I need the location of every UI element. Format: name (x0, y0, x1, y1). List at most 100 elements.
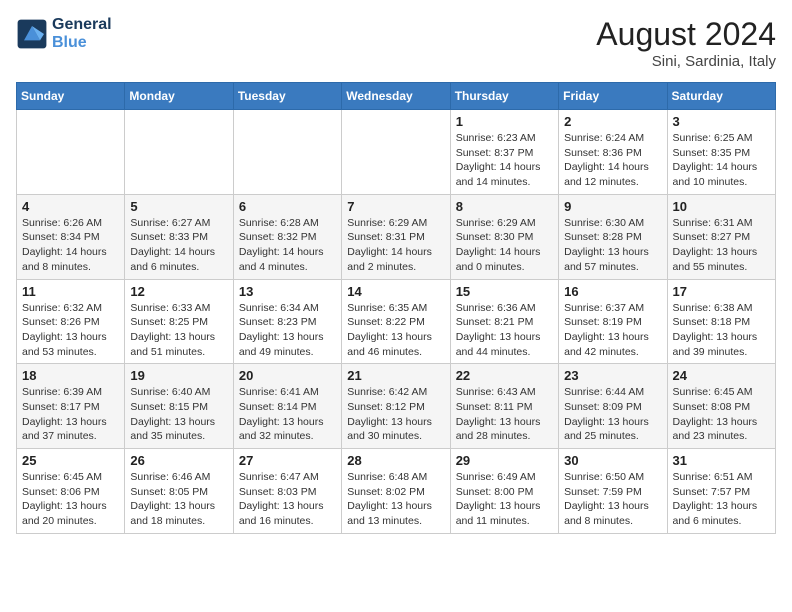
day-number: 3 (673, 114, 770, 129)
calendar-cell (125, 110, 233, 195)
day-info: Sunrise: 6:44 AMSunset: 8:09 PMDaylight:… (564, 385, 661, 444)
calendar-week-row: 18Sunrise: 6:39 AMSunset: 8:17 PMDayligh… (17, 364, 776, 449)
day-info: Sunrise: 6:31 AMSunset: 8:27 PMDaylight:… (673, 216, 770, 275)
calendar-week-row: 1Sunrise: 6:23 AMSunset: 8:37 PMDaylight… (17, 110, 776, 195)
calendar-week-row: 4 Sunrise: 6:26 AMSunset: 8:34 PMDaylight… (17, 194, 776, 279)
day-number: 31 (673, 453, 770, 468)
calendar-cell: 19Sunrise: 6:40 AMSunset: 8:15 PMDayligh… (125, 364, 233, 449)
calendar-cell: 30 Sunrise: 6:50 AMSunset: 7:59 PMDayligh… (559, 449, 667, 534)
day-info: Sunrise: 6:45 AMSunset: 8:08 PMDaylight:… (673, 385, 770, 444)
day-info: Sunrise: 6:33 AMSunset: 8:25 PMDaylight:… (130, 301, 227, 360)
calendar-cell: 15 Sunrise: 6:36 AMSunset: 8:21 PMDayligh… (450, 279, 558, 364)
day-number: 30 (564, 453, 661, 468)
calendar-cell: 5 Sunrise: 6:27 AMSunset: 8:33 PMDaylight… (125, 194, 233, 279)
logo: General Blue (16, 16, 112, 52)
day-of-week-header: Monday (125, 83, 233, 110)
calendar-cell: 27 Sunrise: 6:47 AMSunset: 8:03 PMDayligh… (233, 449, 341, 534)
calendar-cell: 2Sunrise: 6:24 AMSunset: 8:36 PMDaylight… (559, 110, 667, 195)
day-number: 20 (239, 368, 336, 383)
day-info: Sunrise: 6:29 AMSunset: 8:31 PMDaylight:… (347, 216, 444, 275)
day-number: 6 (239, 199, 336, 214)
calendar-cell: 3 Sunrise: 6:25 AMSunset: 8:35 PMDaylight… (667, 110, 775, 195)
day-number: 5 (130, 199, 227, 214)
day-number: 25 (22, 453, 119, 468)
day-info: Sunrise: 6:45 AMSunset: 8:06 PMDaylight:… (22, 470, 119, 529)
day-of-week-header: Saturday (667, 83, 775, 110)
day-info: Sunrise: 6:29 AMSunset: 8:30 PMDaylight:… (456, 216, 553, 275)
day-of-week-header: Wednesday (342, 83, 450, 110)
day-info: Sunrise: 6:28 AMSunset: 8:32 PMDaylight:… (239, 216, 336, 275)
day-number: 10 (673, 199, 770, 214)
calendar-table: SundayMondayTuesdayWednesdayThursdayFrid… (16, 82, 776, 534)
day-number: 24 (673, 368, 770, 383)
calendar-cell: 8 Sunrise: 6:29 AMSunset: 8:30 PMDaylight… (450, 194, 558, 279)
day-number: 16 (564, 284, 661, 299)
calendar-cell: 21 Sunrise: 6:42 AMSunset: 8:12 PMDayligh… (342, 364, 450, 449)
logo-icon (16, 18, 48, 50)
day-info: Sunrise: 6:39 AMSunset: 8:17 PMDaylight:… (22, 385, 119, 444)
day-number: 4 (22, 199, 119, 214)
day-number: 15 (456, 284, 553, 299)
day-info: Sunrise: 6:27 AMSunset: 8:33 PMDaylight:… (130, 216, 227, 275)
calendar-cell: 29Sunrise: 6:49 AMSunset: 8:00 PMDayligh… (450, 449, 558, 534)
calendar-cell: 4 Sunrise: 6:26 AMSunset: 8:34 PMDaylight… (17, 194, 125, 279)
day-info: Sunrise: 6:34 AMSunset: 8:23 PMDaylight:… (239, 301, 336, 360)
day-number: 22 (456, 368, 553, 383)
day-info: Sunrise: 6:36 AMSunset: 8:21 PMDaylight:… (456, 301, 553, 360)
calendar-cell: 20 Sunrise: 6:41 AMSunset: 8:14 PMDayligh… (233, 364, 341, 449)
day-number: 7 (347, 199, 444, 214)
location: Sini, Sardinia, Italy (596, 53, 776, 70)
day-number: 27 (239, 453, 336, 468)
calendar-cell: 16Sunrise: 6:37 AMSunset: 8:19 PMDayligh… (559, 279, 667, 364)
day-info: Sunrise: 6:43 AMSunset: 8:11 PMDaylight:… (456, 385, 553, 444)
day-info: Sunrise: 6:32 AMSunset: 8:26 PMDaylight:… (22, 301, 119, 360)
calendar-cell: 28Sunrise: 6:48 AMSunset: 8:02 PMDayligh… (342, 449, 450, 534)
day-number: 26 (130, 453, 227, 468)
day-info: Sunrise: 6:50 AMSunset: 7:59 PMDaylight:… (564, 470, 661, 529)
day-info: Sunrise: 6:26 AMSunset: 8:34 PMDaylight:… (22, 216, 119, 275)
day-number: 11 (22, 284, 119, 299)
day-number: 23 (564, 368, 661, 383)
day-info: Sunrise: 6:51 AMSunset: 7:57 PMDaylight:… (673, 470, 770, 529)
day-number: 28 (347, 453, 444, 468)
logo-text: General Blue (52, 16, 112, 52)
day-number: 9 (564, 199, 661, 214)
calendar-cell: 24 Sunrise: 6:45 AMSunset: 8:08 PMDayligh… (667, 364, 775, 449)
title-block: August 2024 Sini, Sardinia, Italy (596, 16, 776, 70)
day-info: Sunrise: 6:38 AMSunset: 8:18 PMDaylight:… (673, 301, 770, 360)
month-year: August 2024 (596, 16, 776, 53)
day-number: 12 (130, 284, 227, 299)
day-of-week-header: Thursday (450, 83, 558, 110)
day-info: Sunrise: 6:30 AMSunset: 8:28 PMDaylight:… (564, 216, 661, 275)
calendar-cell: 12 Sunrise: 6:33 AMSunset: 8:25 PMDayligh… (125, 279, 233, 364)
calendar-header-row: SundayMondayTuesdayWednesdayThursdayFrid… (17, 83, 776, 110)
calendar-cell: 25 Sunrise: 6:45 AMSunset: 8:06 PMDayligh… (17, 449, 125, 534)
calendar-cell: 9 Sunrise: 6:30 AMSunset: 8:28 PMDaylight… (559, 194, 667, 279)
day-info: Sunrise: 6:49 AMSunset: 8:00 PMDaylight:… (456, 470, 553, 529)
calendar-cell: 6 Sunrise: 6:28 AMSunset: 8:32 PMDaylight… (233, 194, 341, 279)
calendar-cell: 7 Sunrise: 6:29 AMSunset: 8:31 PMDaylight… (342, 194, 450, 279)
day-info: Sunrise: 6:47 AMSunset: 8:03 PMDaylight:… (239, 470, 336, 529)
day-number: 21 (347, 368, 444, 383)
calendar-week-row: 25 Sunrise: 6:45 AMSunset: 8:06 PMDayligh… (17, 449, 776, 534)
calendar-cell: 1Sunrise: 6:23 AMSunset: 8:37 PMDaylight… (450, 110, 558, 195)
calendar-cell: 11 Sunrise: 6:32 AMSunset: 8:26 PMDayligh… (17, 279, 125, 364)
calendar-cell: 18Sunrise: 6:39 AMSunset: 8:17 PMDayligh… (17, 364, 125, 449)
calendar-week-row: 11 Sunrise: 6:32 AMSunset: 8:26 PMDayligh… (17, 279, 776, 364)
day-info: Sunrise: 6:35 AMSunset: 8:22 PMDaylight:… (347, 301, 444, 360)
calendar-cell (233, 110, 341, 195)
day-number: 2 (564, 114, 661, 129)
calendar-cell: 31 Sunrise: 6:51 AMSunset: 7:57 PMDayligh… (667, 449, 775, 534)
calendar-cell: 13 Sunrise: 6:34 AMSunset: 8:23 PMDayligh… (233, 279, 341, 364)
day-info: Sunrise: 6:41 AMSunset: 8:14 PMDaylight:… (239, 385, 336, 444)
day-info: Sunrise: 6:42 AMSunset: 8:12 PMDaylight:… (347, 385, 444, 444)
day-info: Sunrise: 6:25 AMSunset: 8:35 PMDaylight:… (673, 131, 770, 190)
calendar-cell: 23 Sunrise: 6:44 AMSunset: 8:09 PMDayligh… (559, 364, 667, 449)
calendar-cell: 10 Sunrise: 6:31 AMSunset: 8:27 PMDayligh… (667, 194, 775, 279)
day-of-week-header: Tuesday (233, 83, 341, 110)
calendar-cell: 22 Sunrise: 6:43 AMSunset: 8:11 PMDayligh… (450, 364, 558, 449)
day-number: 8 (456, 199, 553, 214)
day-info: Sunrise: 6:46 AMSunset: 8:05 PMDaylight:… (130, 470, 227, 529)
day-info: Sunrise: 6:23 AMSunset: 8:37 PMDaylight:… (456, 131, 553, 190)
day-number: 13 (239, 284, 336, 299)
